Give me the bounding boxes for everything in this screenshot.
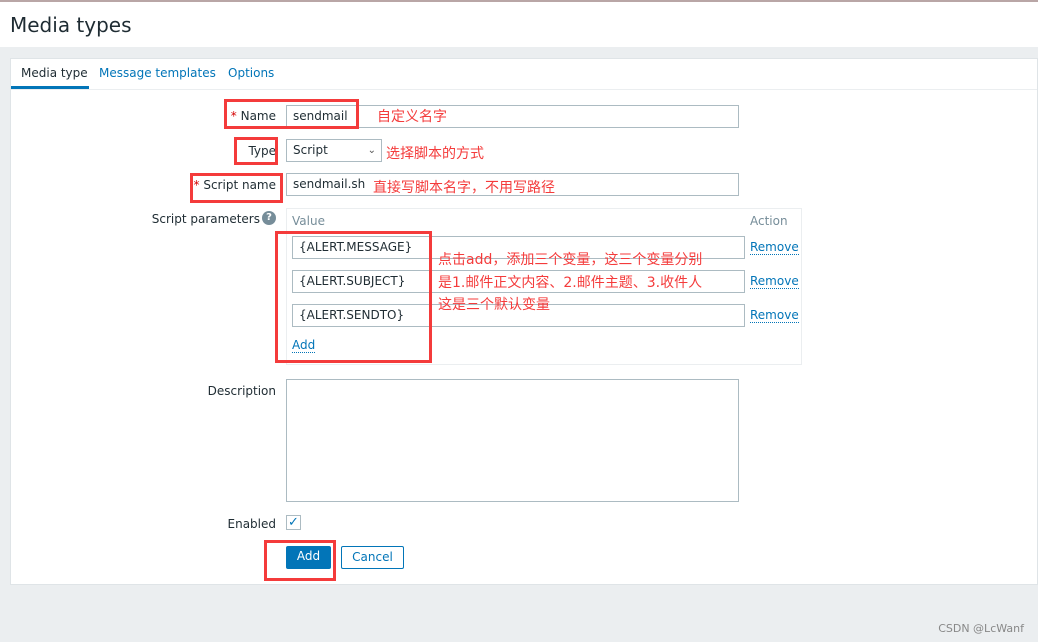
annotation-params-2: 是1.邮件正文内容、2.邮件主题、3.收件人 — [438, 275, 703, 291]
annotation-box-type — [234, 137, 278, 165]
cancel-button[interactable]: Cancel — [341, 546, 404, 569]
annotation-box-parameters — [275, 231, 432, 363]
annotation-params-1: 点击add，添加三个变量，这三个变量分别 — [438, 252, 703, 268]
column-header-action: Action — [750, 214, 788, 228]
annotation-box-name — [224, 99, 359, 129]
tab-divider — [11, 89, 1037, 90]
annotation-params-3: 这是三个默认变量 — [438, 297, 550, 313]
help-icon[interactable]: ? — [262, 211, 276, 225]
annotation-box-script-name — [190, 173, 283, 203]
tab-media-type[interactable]: Media type — [21, 66, 88, 80]
page-header — [0, 0, 1038, 47]
remove-parameter-link[interactable]: Remove — [750, 308, 799, 323]
annotation-box-add-button — [264, 540, 336, 581]
watermark: CSDN @LcWanf — [938, 622, 1024, 635]
page-title: Media types — [10, 13, 132, 37]
tab-message-templates[interactable]: Message templates — [99, 66, 216, 80]
annotation-name: 自定义名字 — [377, 109, 447, 125]
remove-parameter-link[interactable]: Remove — [750, 274, 799, 289]
description-textarea[interactable] — [286, 379, 739, 502]
annotation-script-name: 直接写脚本名字，不用写路径 — [373, 180, 555, 196]
enabled-label: Enabled — [227, 517, 277, 531]
type-select-value: Script — [293, 143, 328, 157]
tab-options[interactable]: Options — [228, 66, 274, 80]
remove-parameter-link[interactable]: Remove — [750, 240, 799, 255]
description-label: Description — [207, 384, 276, 398]
script-parameters-label: Script parameters — [151, 212, 260, 226]
chevron-down-icon: ⌄ — [367, 145, 376, 156]
column-header-value: Value — [292, 214, 325, 228]
enabled-checkbox[interactable]: ✓ — [286, 515, 301, 530]
annotation-type: 选择脚本的方式 — [386, 146, 484, 162]
type-select[interactable]: Script ⌄ — [286, 139, 382, 162]
